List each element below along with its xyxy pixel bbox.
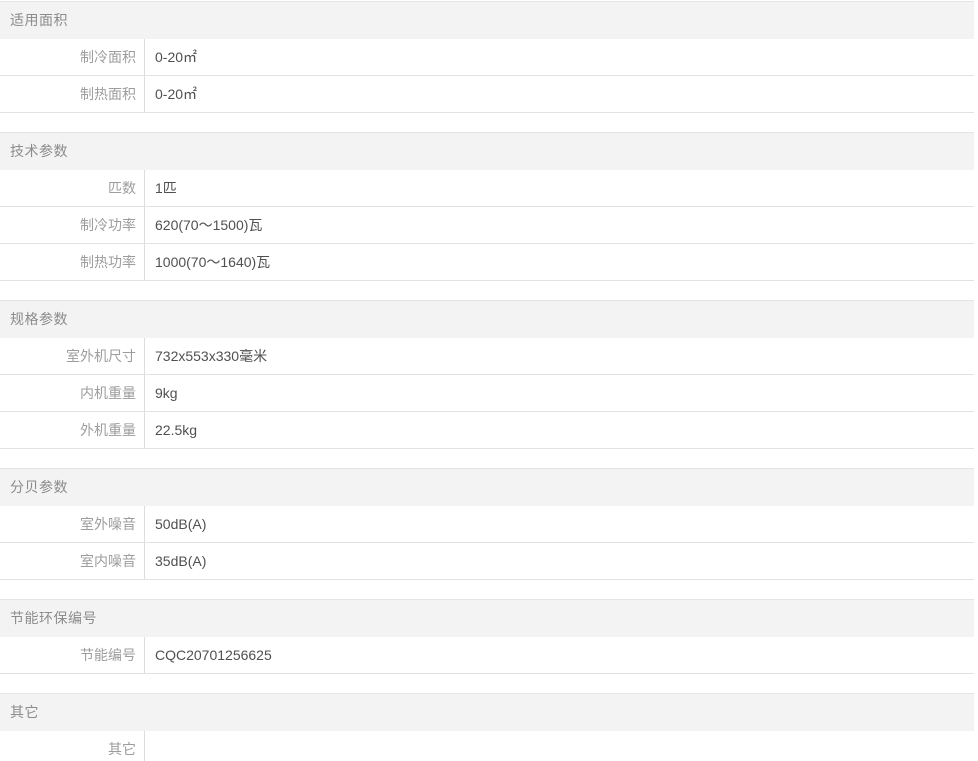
table-row: 匹数 1匹 <box>0 170 974 207</box>
row-value: 0-20㎡ <box>145 39 974 75</box>
section-title: 节能环保编号 <box>10 610 97 626</box>
row-value: CQC20701256625 <box>145 637 974 673</box>
table-row: 室外噪音 50dB(A) <box>0 506 974 543</box>
section-rows: 室外机尺寸 732x553x330毫米 内机重量 9kg 外机重量 22.5kg <box>0 338 974 449</box>
row-value: 50dB(A) <box>145 506 974 542</box>
table-row: 节能编号 CQC20701256625 <box>0 637 974 674</box>
section-title: 规格参数 <box>10 311 68 327</box>
spec-section: 其它 其它 <box>0 693 974 761</box>
section-header: 技术参数 <box>0 133 974 170</box>
table-row: 外机重量 22.5kg <box>0 412 974 449</box>
row-value <box>145 731 974 761</box>
section-header: 节能环保编号 <box>0 600 974 637</box>
table-row: 制冷面积 0-20㎡ <box>0 39 974 76</box>
section-header: 适用面积 <box>0 2 974 39</box>
table-row: 制热功率 1000(70～1640)瓦 <box>0 244 974 281</box>
row-value: 620(70～1500)瓦 <box>145 207 974 243</box>
table-row: 内机重量 9kg <box>0 375 974 412</box>
section-header: 分贝参数 <box>0 469 974 506</box>
row-label: 外机重量 <box>0 412 145 448</box>
section-title: 技术参数 <box>10 143 68 159</box>
table-row: 制热面积 0-20㎡ <box>0 76 974 113</box>
section-header: 规格参数 <box>0 301 974 338</box>
section-rows: 室外噪音 50dB(A) 室内噪音 35dB(A) <box>0 506 974 580</box>
spec-section: 适用面积 制冷面积 0-20㎡ 制热面积 0-20㎡ <box>0 1 974 113</box>
row-value: 0-20㎡ <box>145 76 974 112</box>
table-row: 室内噪音 35dB(A) <box>0 543 974 580</box>
row-value: 9kg <box>145 375 974 411</box>
row-label: 室内噪音 <box>0 543 145 579</box>
section-rows: 制冷面积 0-20㎡ 制热面积 0-20㎡ <box>0 39 974 113</box>
section-title: 分贝参数 <box>10 479 68 495</box>
row-label: 室外噪音 <box>0 506 145 542</box>
row-value: 22.5kg <box>145 412 974 448</box>
table-row: 室外机尺寸 732x553x330毫米 <box>0 338 974 375</box>
table-row: 制冷功率 620(70～1500)瓦 <box>0 207 974 244</box>
section-rows: 节能编号 CQC20701256625 <box>0 637 974 674</box>
section-title: 其它 <box>10 704 39 720</box>
spec-section: 技术参数 匹数 1匹 制冷功率 620(70～1500)瓦 制热功率 1000(… <box>0 132 974 281</box>
section-header: 其它 <box>0 694 974 731</box>
row-label: 匹数 <box>0 170 145 206</box>
row-label: 制热功率 <box>0 244 145 280</box>
table-row: 其它 <box>0 731 974 761</box>
row-label: 制冷面积 <box>0 39 145 75</box>
spec-section: 节能环保编号 节能编号 CQC20701256625 <box>0 599 974 674</box>
spec-section: 规格参数 室外机尺寸 732x553x330毫米 内机重量 9kg 外机重量 2… <box>0 300 974 449</box>
row-label: 内机重量 <box>0 375 145 411</box>
row-value: 1000(70～1640)瓦 <box>145 244 974 280</box>
section-title: 适用面积 <box>10 12 68 28</box>
row-value: 732x553x330毫米 <box>145 338 974 374</box>
row-label: 室外机尺寸 <box>0 338 145 374</box>
section-rows: 其它 <box>0 731 974 761</box>
row-value: 35dB(A) <box>145 543 974 579</box>
spec-table: 适用面积 制冷面积 0-20㎡ 制热面积 0-20㎡ 技术参数 匹数 1匹 制冷… <box>0 1 974 761</box>
section-rows: 匹数 1匹 制冷功率 620(70～1500)瓦 制热功率 1000(70～16… <box>0 170 974 281</box>
row-label: 制冷功率 <box>0 207 145 243</box>
row-label: 制热面积 <box>0 76 145 112</box>
row-label: 节能编号 <box>0 637 145 673</box>
spec-section: 分贝参数 室外噪音 50dB(A) 室内噪音 35dB(A) <box>0 468 974 580</box>
row-value: 1匹 <box>145 170 974 206</box>
row-label: 其它 <box>0 731 145 761</box>
